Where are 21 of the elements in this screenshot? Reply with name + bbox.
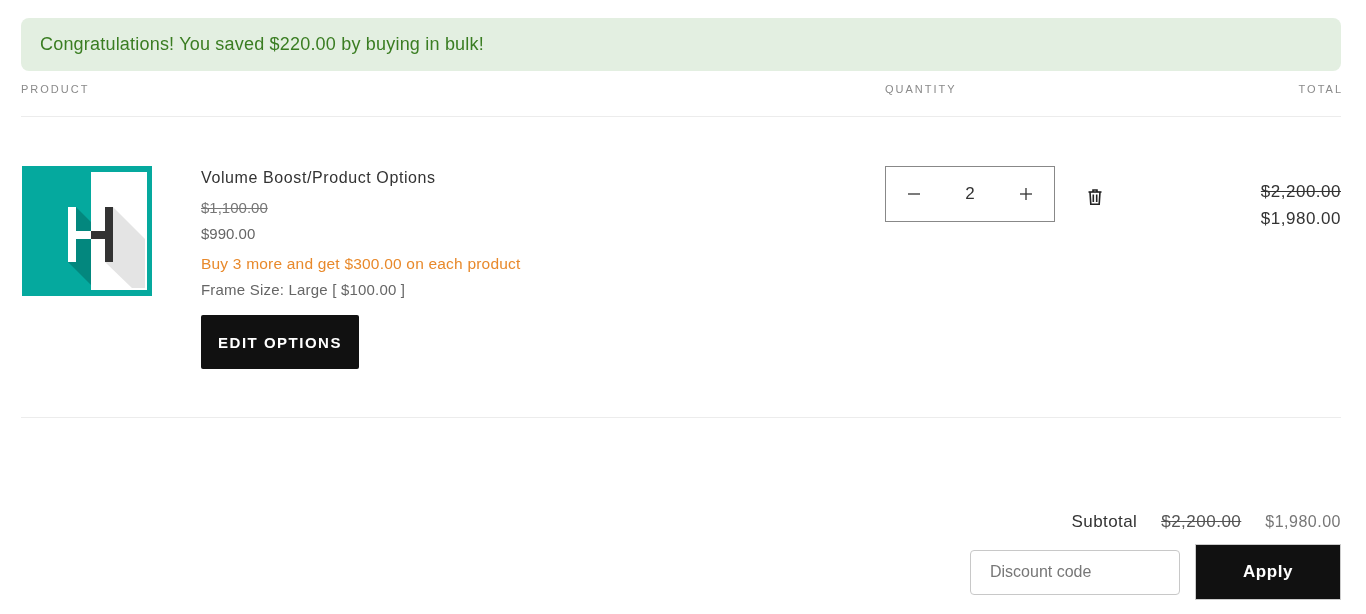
success-banner: Congratulations! You saved $220.00 by buying in bulk!: [21, 18, 1341, 71]
original-subtotal: $2,200.00: [1161, 511, 1242, 533]
line-total: $1,980.00: [1260, 208, 1341, 230]
trash-icon[interactable]: [1088, 189, 1102, 205]
discount-code-field[interactable]: Discount code: [970, 549, 1180, 595]
edit-options-button[interactable]: EDIT OPTIONS: [201, 315, 359, 369]
product-title: Volume Boost/Product Options: [201, 168, 436, 188]
apply-button[interactable]: Apply: [1195, 544, 1341, 600]
plus-icon[interactable]: [1020, 188, 1032, 200]
column-header: TOTAL: [1298, 82, 1343, 96]
product-option: Frame Size: Large [ $100.00 ]: [201, 277, 406, 303]
subtotal-label: Subtotal: [1071, 511, 1138, 533]
original-line-total: $2,200.00: [1260, 181, 1341, 203]
bulk-offer-text: Buy 3 more and get $300.00 on each product: [201, 254, 521, 274]
discounted-price: $990.00: [201, 224, 256, 244]
quantity-stepper[interactable]: 2: [885, 166, 1055, 222]
column-header: PRODUCT: [21, 82, 90, 96]
quantity-field[interactable]: 2: [920, 182, 1020, 206]
column-header: QUANTITY: [885, 82, 957, 96]
subtotal-amount: $1,980.00: [1265, 512, 1341, 532]
original-price: $1,100.00: [201, 198, 268, 218]
